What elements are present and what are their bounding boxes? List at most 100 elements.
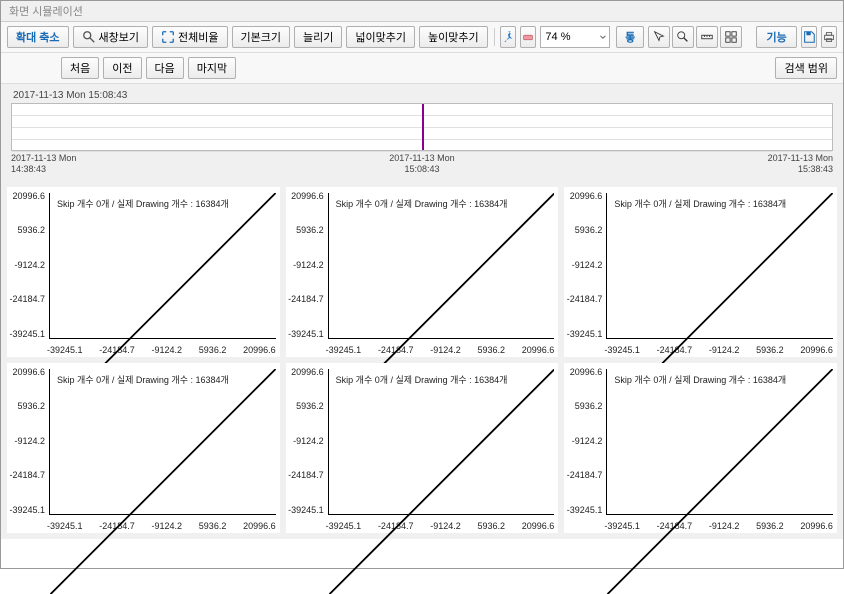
first-button[interactable]: 처음 [61, 57, 99, 79]
timeline-center-time: 15:08:43 [389, 164, 454, 175]
y-tick-label: -39245.1 [7, 329, 45, 339]
chart-panel-2: 20996.6 5936.2 -9124.2 -24184.7 -39245.1-392… [564, 187, 837, 357]
y-tick-label: -39245.1 [564, 505, 602, 515]
magnifier-icon [82, 30, 96, 44]
y-tick-label: 20996.6 [7, 367, 45, 377]
fit-height-button[interactable]: 높이맞추기 [419, 26, 488, 48]
chart-y-axis: 20996.6 5936.2 -9124.2 -24184.7 -39245.1 [564, 191, 604, 339]
y-tick-label: -9124.2 [7, 436, 45, 446]
zoom-icon [676, 30, 690, 44]
chart-y-axis: 20996.6 5936.2 -9124.2 -24184.7 -39245.1 [564, 367, 604, 515]
chart-title: Skip 개수 0개 / 실제 Drawing 개수 : 16384개 [57, 373, 229, 386]
chart-panel-0: 20996.6 5936.2 -9124.2 -24184.7 -39245.1-392… [7, 187, 280, 357]
pin-button[interactable] [500, 26, 516, 48]
y-tick-label: -9124.2 [564, 260, 602, 270]
y-tick-label: -39245.1 [7, 505, 45, 515]
chart-y-axis: 20996.65936.2-9124.2-24184.7-39245.1 [286, 191, 326, 339]
y-tick-label: -24184.7 [564, 470, 602, 480]
fit-ratio-button[interactable]: 전체비율 [152, 26, 227, 48]
y-tick-label: 5936.2 [7, 401, 45, 411]
separator [494, 28, 495, 46]
expand-icon [161, 30, 175, 44]
y-tick-label: -39245.1 [286, 329, 324, 339]
timeline-header: 2017-11-13 Mon 15:08:43 [11, 90, 833, 101]
chart-line-svg [50, 369, 276, 594]
y-tick-label: 20996.6 [286, 191, 324, 201]
chart-panel-1: 20996.65936.2-9124.2-24184.7-39245.1-392… [286, 187, 559, 357]
chart-title: Skip 개수 0개 / 실제 Drawing 개수 : 16384개 [336, 197, 508, 210]
stretch-button[interactable]: 늘리기 [294, 26, 342, 48]
y-tick-label: -39245.1 [564, 329, 602, 339]
ruler-tool[interactable] [696, 26, 718, 48]
chart-title: Skip 개수 0개 / 실제 Drawing 개수 : 16384개 [614, 197, 786, 210]
chart-y-axis: 20996.6 5936.2 -9124.2 -24184.7 -39245.1 [7, 191, 47, 339]
y-tick-label: 5936.2 [564, 225, 602, 235]
data-line [607, 369, 833, 594]
chart-plot-area [328, 369, 555, 515]
timeline-left-date: 2017-11-13 Mon [11, 153, 76, 164]
chart-panel-5: 20996.6 5936.2 -9124.2 -24184.7 -39245.1-392… [564, 363, 837, 533]
chart-title: Skip 개수 0개 / 실제 Drawing 개수 : 16384개 [57, 197, 229, 210]
eraser-button[interactable] [520, 26, 536, 48]
new-window-button[interactable]: 새창보기 [73, 26, 148, 48]
chart-line-svg [329, 369, 555, 594]
chart-panel-4: 20996.65936.2-9124.2-24184.7-39245.1-392… [286, 363, 559, 533]
timeline-right-date: 2017-11-13 Mon [768, 153, 833, 164]
y-tick-label: 20996.6 [564, 367, 602, 377]
zoom-level-select[interactable] [540, 26, 610, 48]
chart-line-svg [607, 369, 833, 594]
timeline-center-date: 2017-11-13 Mon [389, 153, 454, 164]
search-range-button[interactable]: 검색 범위 [775, 57, 837, 79]
print-button[interactable] [821, 26, 837, 48]
y-tick-label: 20996.6 [7, 191, 45, 201]
pointer-tool[interactable] [648, 26, 670, 48]
default-size-button[interactable]: 기본크기 [232, 26, 290, 48]
timeline-panel: 2017-11-13 Mon 15:08:43 2017-11-13 Mon 1… [1, 84, 843, 181]
y-tick-label: 5936.2 [7, 225, 45, 235]
zoom-tool[interactable] [672, 26, 694, 48]
chart-plot-area [49, 193, 276, 339]
y-tick-label: -24184.7 [286, 470, 324, 480]
data-line [329, 369, 555, 594]
chart-title: Skip 개수 0개 / 실제 Drawing 개수 : 16384개 [614, 373, 786, 386]
chart-y-axis: 20996.65936.2-9124.2-24184.7-39245.1 [286, 367, 326, 515]
timeline-grid[interactable] [11, 103, 833, 151]
save-button[interactable] [801, 26, 817, 48]
y-tick-label: 20996.6 [286, 367, 324, 377]
window-title: 화면 시뮬레이션 [1, 1, 843, 22]
prev-button[interactable]: 이전 [103, 57, 141, 79]
grid-tool[interactable] [720, 26, 742, 48]
fit-ratio-label: 전체비율 [178, 29, 218, 45]
chart-plot-area [49, 369, 276, 515]
y-tick-label: -9124.2 [286, 260, 324, 270]
y-tick-label: 5936.2 [286, 225, 324, 235]
next-button[interactable]: 다음 [146, 57, 184, 79]
pointer-icon [652, 30, 666, 44]
ruler-icon [700, 30, 714, 44]
y-tick-label: 20996.6 [564, 191, 602, 201]
y-tick-label: -9124.2 [564, 436, 602, 446]
timeline-right-time: 15:38:43 [768, 164, 833, 175]
nav-toolbar: 처음 이전 다음 마지막 검색 범위 [1, 53, 843, 84]
y-tick-label: -24184.7 [7, 294, 45, 304]
last-button[interactable]: 마지막 [188, 57, 236, 79]
y-tick-label: -24184.7 [564, 294, 602, 304]
new-window-label: 새창보기 [99, 29, 139, 45]
grid-icon [724, 30, 738, 44]
y-tick-label: -39245.1 [286, 505, 324, 515]
chart-grid: 20996.6 5936.2 -9124.2 -24184.7 -39245.1 -392… [1, 181, 843, 539]
eraser-icon [521, 30, 535, 44]
zoom-inout-button[interactable]: 확대 축소 [7, 26, 69, 48]
right-tool-group [648, 26, 742, 48]
chart-plot-area [606, 369, 833, 515]
fit-width-button[interactable]: 넓이맞추기 [346, 26, 415, 48]
main-toolbar: 확대 축소 새창보기 전체비율 기본크기 늘리기 넓이맞추기 높이맞추기 톻 기… [1, 22, 843, 53]
chart-plot-area [328, 193, 555, 339]
chart-title: Skip 개수 0개 / 실제 Drawing 개수 : 16384개 [336, 373, 508, 386]
function-button[interactable]: 기능 [756, 26, 797, 48]
y-tick-label: 5936.2 [564, 401, 602, 411]
timeline-marker[interactable] [422, 104, 424, 150]
chart-panel-3: 20996.65936.2-9124.2-24184.7-39245.1-392… [7, 363, 280, 533]
tong-button[interactable]: 톻 [616, 26, 644, 48]
y-tick-label: -9124.2 [7, 260, 45, 270]
